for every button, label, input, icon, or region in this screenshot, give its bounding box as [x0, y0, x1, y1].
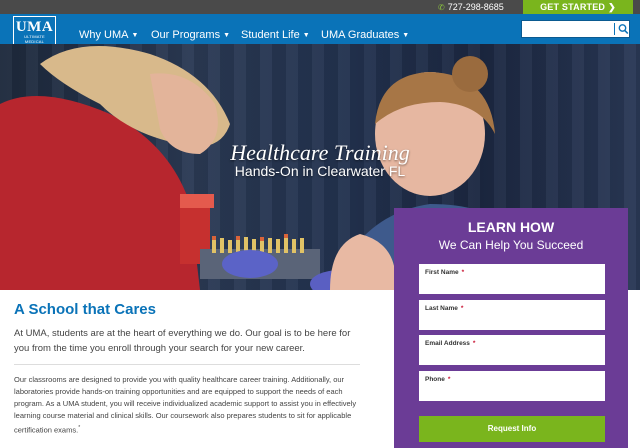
form-heading: LEARN HOW	[467, 219, 555, 235]
field-label: Email Address	[425, 340, 470, 347]
caret-down-icon: ▼	[302, 32, 310, 39]
nav-item-label: Our Programs	[151, 29, 221, 41]
nav-item-label: Student Life	[241, 29, 300, 41]
nav-item-student-life[interactable]: Student Life ▼	[241, 28, 310, 43]
caret-down-icon: ▼	[402, 32, 410, 39]
field-label: First Name	[425, 269, 459, 276]
phone-field[interactable]: Phone *	[419, 371, 605, 401]
required-mark: *	[472, 340, 476, 347]
section-title: A School that Cares	[14, 301, 156, 318]
nav-item-uma-graduates[interactable]: UMA Graduates ▼	[321, 28, 409, 43]
search-icon[interactable]	[618, 22, 629, 41]
required-mark: *	[460, 305, 464, 312]
get-started-button[interactable]: GET STARTED ❯	[523, 0, 633, 14]
request-info-form: LEARN HOW We Can Help You Succeed First …	[394, 208, 628, 448]
form-subheading: We Can Help You Succeed	[438, 238, 584, 252]
section-divider	[14, 364, 360, 365]
nav-item-label: UMA Graduates	[321, 29, 400, 41]
phone-number: 727-298-8685	[447, 2, 504, 12]
nav-item-label: Why UMA	[79, 29, 129, 41]
chevron-right-icon: ❯	[608, 2, 616, 12]
footnote-mark: *	[78, 425, 81, 431]
body-text: Our classrooms are designed to provide y…	[14, 375, 357, 435]
required-mark: *	[447, 376, 451, 383]
logo-wordmark: UMA	[15, 19, 54, 35]
phone-label: Phone *	[425, 376, 450, 383]
hero-title: Healthcare Training	[230, 140, 410, 165]
nav-item-our-programs[interactable]: Our Programs ▼	[151, 28, 230, 43]
first-name-field[interactable]: First Name *	[419, 264, 605, 294]
hero-subtitle: Hands-On in Clearwater FL	[234, 163, 406, 179]
field-label: Phone	[425, 376, 445, 383]
caret-down-icon: ▼	[223, 32, 231, 39]
required-mark: *	[461, 269, 465, 276]
last-name-label: Last Name *	[425, 305, 463, 312]
phone-icon: ✆	[438, 3, 445, 12]
get-started-label: GET STARTED	[540, 2, 606, 12]
search-box	[521, 20, 630, 38]
caret-down-icon: ▼	[131, 32, 139, 39]
email-field[interactable]: Email Address *	[419, 335, 605, 365]
first-name-label: First Name *	[425, 269, 464, 276]
field-label: Last Name	[425, 305, 458, 312]
intro-paragraph: At UMA, students are at the heart of eve…	[14, 328, 351, 354]
search-divider	[614, 23, 615, 35]
body-paragraph: Our classrooms are designed to provide y…	[14, 374, 366, 437]
nav-item-why-uma[interactable]: Why UMA ▼	[79, 28, 138, 43]
last-name-field[interactable]: Last Name *	[419, 300, 605, 330]
top-bar: ✆ 727-298-8685 GET STARTED ❯	[0, 0, 640, 14]
request-info-button[interactable]: Request Info	[419, 416, 605, 442]
email-label: Email Address *	[425, 340, 475, 347]
phone-link[interactable]: ✆ 727-298-8685	[438, 1, 504, 14]
search-input[interactable]	[524, 22, 612, 36]
